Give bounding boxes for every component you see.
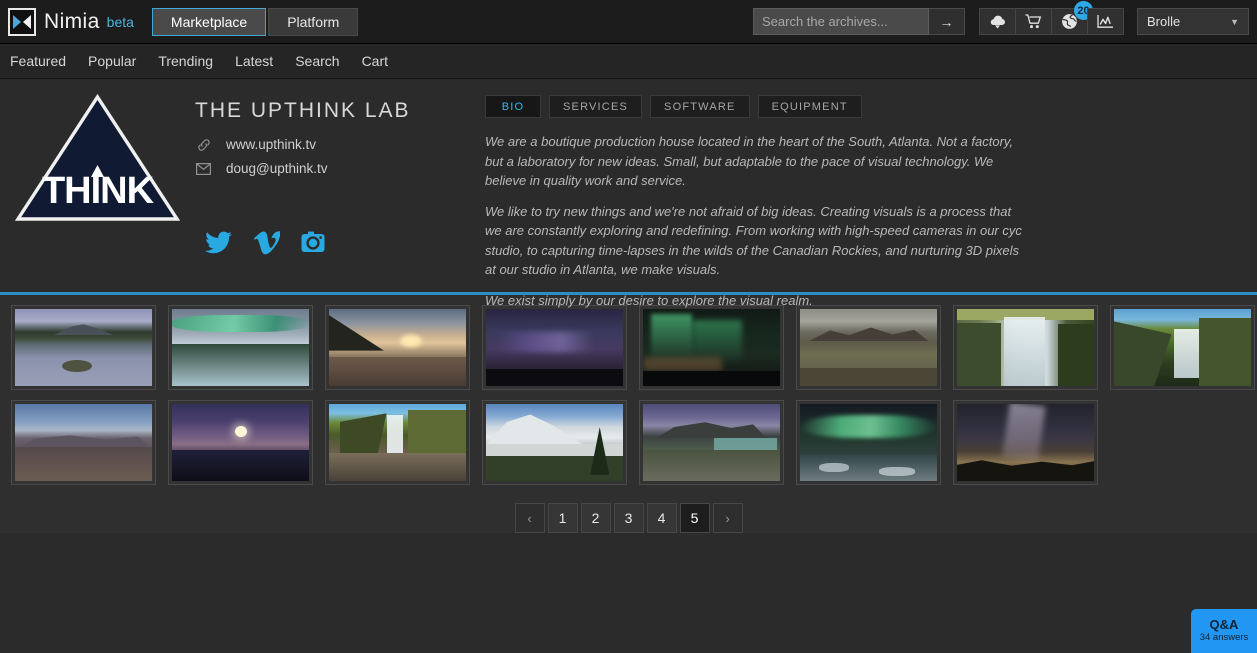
bio-paragraph: We like to try new things and we're not …	[485, 203, 1022, 278]
nav-pill-marketplace[interactable]: Marketplace	[151, 7, 267, 36]
gallery-thumbnail[interactable]	[325, 305, 470, 390]
search-submit-button[interactable]: →	[929, 8, 965, 35]
tab-bio[interactable]: BIO	[485, 95, 541, 118]
cloud-upload-icon	[990, 15, 1005, 28]
primary-nav-pills: Marketplace Platform	[151, 7, 359, 36]
pagination-page-3[interactable]: 3	[613, 503, 644, 533]
profile-website-text: www.upthink.tv	[226, 137, 317, 152]
gallery-thumbnail[interactable]	[482, 400, 627, 485]
pagination-page-4[interactable]: 4	[646, 503, 677, 533]
alpine-lake-panorama-image	[643, 404, 780, 481]
gallery-thumbnail[interactable]	[325, 400, 470, 485]
chevron-down-icon: ▼	[1230, 16, 1239, 27]
profile-website-row[interactable]: www.upthink.tv	[195, 137, 485, 152]
gallery-thumbnail[interactable]	[796, 400, 941, 485]
pagination-prev-button[interactable]: ‹	[514, 503, 545, 533]
tab-equipment[interactable]: EQUIPMENT	[757, 95, 862, 118]
link-icon	[195, 138, 212, 152]
mountain-lake-reflection-image	[15, 309, 152, 386]
profile-email-row[interactable]: doug@upthink.tv	[195, 161, 485, 176]
pagination: ‹ 1 2 3 4 5 ›	[0, 503, 1257, 533]
instagram-icon[interactable]	[301, 231, 325, 255]
envelope-icon	[195, 162, 212, 175]
shopping-cart-icon	[1025, 14, 1042, 29]
gallery-thumbnail[interactable]	[639, 305, 784, 390]
profile-info-column: THE UPTHINK LAB www.upthink.tv doug@upth…	[195, 91, 485, 292]
user-menu-name: Brolle	[1147, 14, 1181, 29]
waterfall-rocky-stream-image	[329, 404, 466, 481]
social-links	[195, 231, 485, 255]
tab-software[interactable]: SOFTWARE	[650, 95, 750, 118]
subnav-item-trending[interactable]: Trending	[158, 53, 213, 69]
bio-text-body: We are a boutique production house locat…	[485, 132, 1027, 310]
brand-beta-tag: beta	[106, 13, 134, 30]
subnav-item-latest[interactable]: Latest	[235, 53, 273, 69]
subnav-item-search[interactable]: Search	[295, 53, 339, 69]
qa-feedback-widget[interactable]: Q&A 34 answers	[1191, 609, 1257, 653]
gallery-thumbnail[interactable]	[11, 400, 156, 485]
gallery-thumbnail[interactable]	[1110, 305, 1255, 390]
nav-pill-platform[interactable]: Platform	[268, 7, 359, 36]
gallery-thumbnail[interactable]	[953, 400, 1098, 485]
subnav-item-featured[interactable]: Featured	[10, 53, 66, 69]
brand-name: Nimia	[44, 9, 100, 33]
gallery-thumbnail[interactable]	[168, 400, 313, 485]
gallery-thumbnail[interactable]	[639, 400, 784, 485]
waterfall-mossy-canyon-image	[1114, 309, 1251, 386]
profile-bio-column: BIO SERVICES SOFTWARE EQUIPMENT We are a…	[485, 91, 1257, 308]
secondary-navigation: Featured Popular Trending Latest Search …	[0, 44, 1257, 79]
analytics-button[interactable]	[1087, 8, 1124, 35]
green-aurora-dark-sky-image	[643, 309, 780, 386]
coastal-sunset-rocks-image	[329, 309, 466, 386]
bio-tab-group: BIO SERVICES SOFTWARE EQUIPMENT	[485, 95, 1027, 118]
gallery-thumbnail[interactable]	[482, 305, 627, 390]
moonrise-over-dark-ridge-image	[172, 404, 309, 481]
gallery-thumbnail[interactable]	[168, 305, 313, 390]
purple-aurora-night-sky-image	[486, 309, 623, 386]
vimeo-icon[interactable]	[254, 231, 280, 255]
profile-email-text: doug@upthink.tv	[226, 161, 328, 176]
logo-text: THINK	[42, 170, 155, 212]
header-right-cluster: → 20	[753, 1, 1257, 35]
bio-paragraph: We exist simply by our desire to explore…	[485, 292, 813, 308]
pagination-page-2[interactable]: 2	[580, 503, 611, 533]
twitter-icon[interactable]	[205, 231, 233, 255]
profile-logo-column: THINK	[0, 91, 195, 292]
top-header-bar: Nimia beta Marketplace Platform →	[0, 0, 1257, 44]
user-menu-button[interactable]: Brolle ▼	[1137, 8, 1249, 35]
bio-paragraph: We are a boutique production house locat…	[485, 134, 1014, 188]
subnav-item-popular[interactable]: Popular	[88, 53, 136, 69]
gallery-section: ‹ 1 2 3 4 5 ›	[0, 295, 1257, 533]
subnav-item-cart[interactable]: Cart	[362, 53, 388, 69]
cloud-upload-button[interactable]	[979, 8, 1016, 35]
aurora-over-snowy-forest-image	[172, 309, 309, 386]
globe-notifications-button[interactable]: 20	[1051, 1, 1093, 35]
pagination-next-button[interactable]: ›	[712, 503, 743, 533]
analytics-chart-icon	[1097, 15, 1113, 28]
tab-services[interactable]: SERVICES	[549, 95, 643, 118]
nimia-play-mark-icon	[8, 7, 36, 36]
milky-way-desert-night-image	[957, 404, 1094, 481]
tall-waterfall-green-cliff-image	[957, 309, 1094, 386]
aurora-over-icy-lagoon-image	[800, 404, 937, 481]
gallery-thumbnail[interactable]	[796, 305, 941, 390]
gallery-thumbnail[interactable]	[953, 305, 1098, 390]
qa-widget-subtitle: 34 answers	[1199, 632, 1249, 643]
search-group: →	[753, 8, 965, 35]
thumbnail-grid	[0, 305, 1257, 485]
blue-ridge-hills-dusk-image	[15, 404, 152, 481]
upthink-triangle-logo: THINK	[15, 93, 180, 221]
gallery-thumbnail[interactable]	[11, 305, 156, 390]
profile-section: THINK THE UPTHINK LAB www.upthink.tv dou…	[0, 79, 1257, 308]
shopping-cart-button[interactable]	[1015, 8, 1052, 35]
pagination-page-5[interactable]: 5	[679, 503, 710, 533]
pagination-page-1[interactable]: 1	[547, 503, 578, 533]
snowy-peak-glacial-lake-image	[486, 404, 623, 481]
brand-logo[interactable]: Nimia beta	[0, 7, 134, 36]
qa-widget-title: Q&A	[1209, 617, 1239, 632]
search-input[interactable]	[753, 8, 929, 35]
highland-valley-overcast-image	[800, 309, 937, 386]
page-title: THE UPTHINK LAB	[195, 99, 411, 122]
